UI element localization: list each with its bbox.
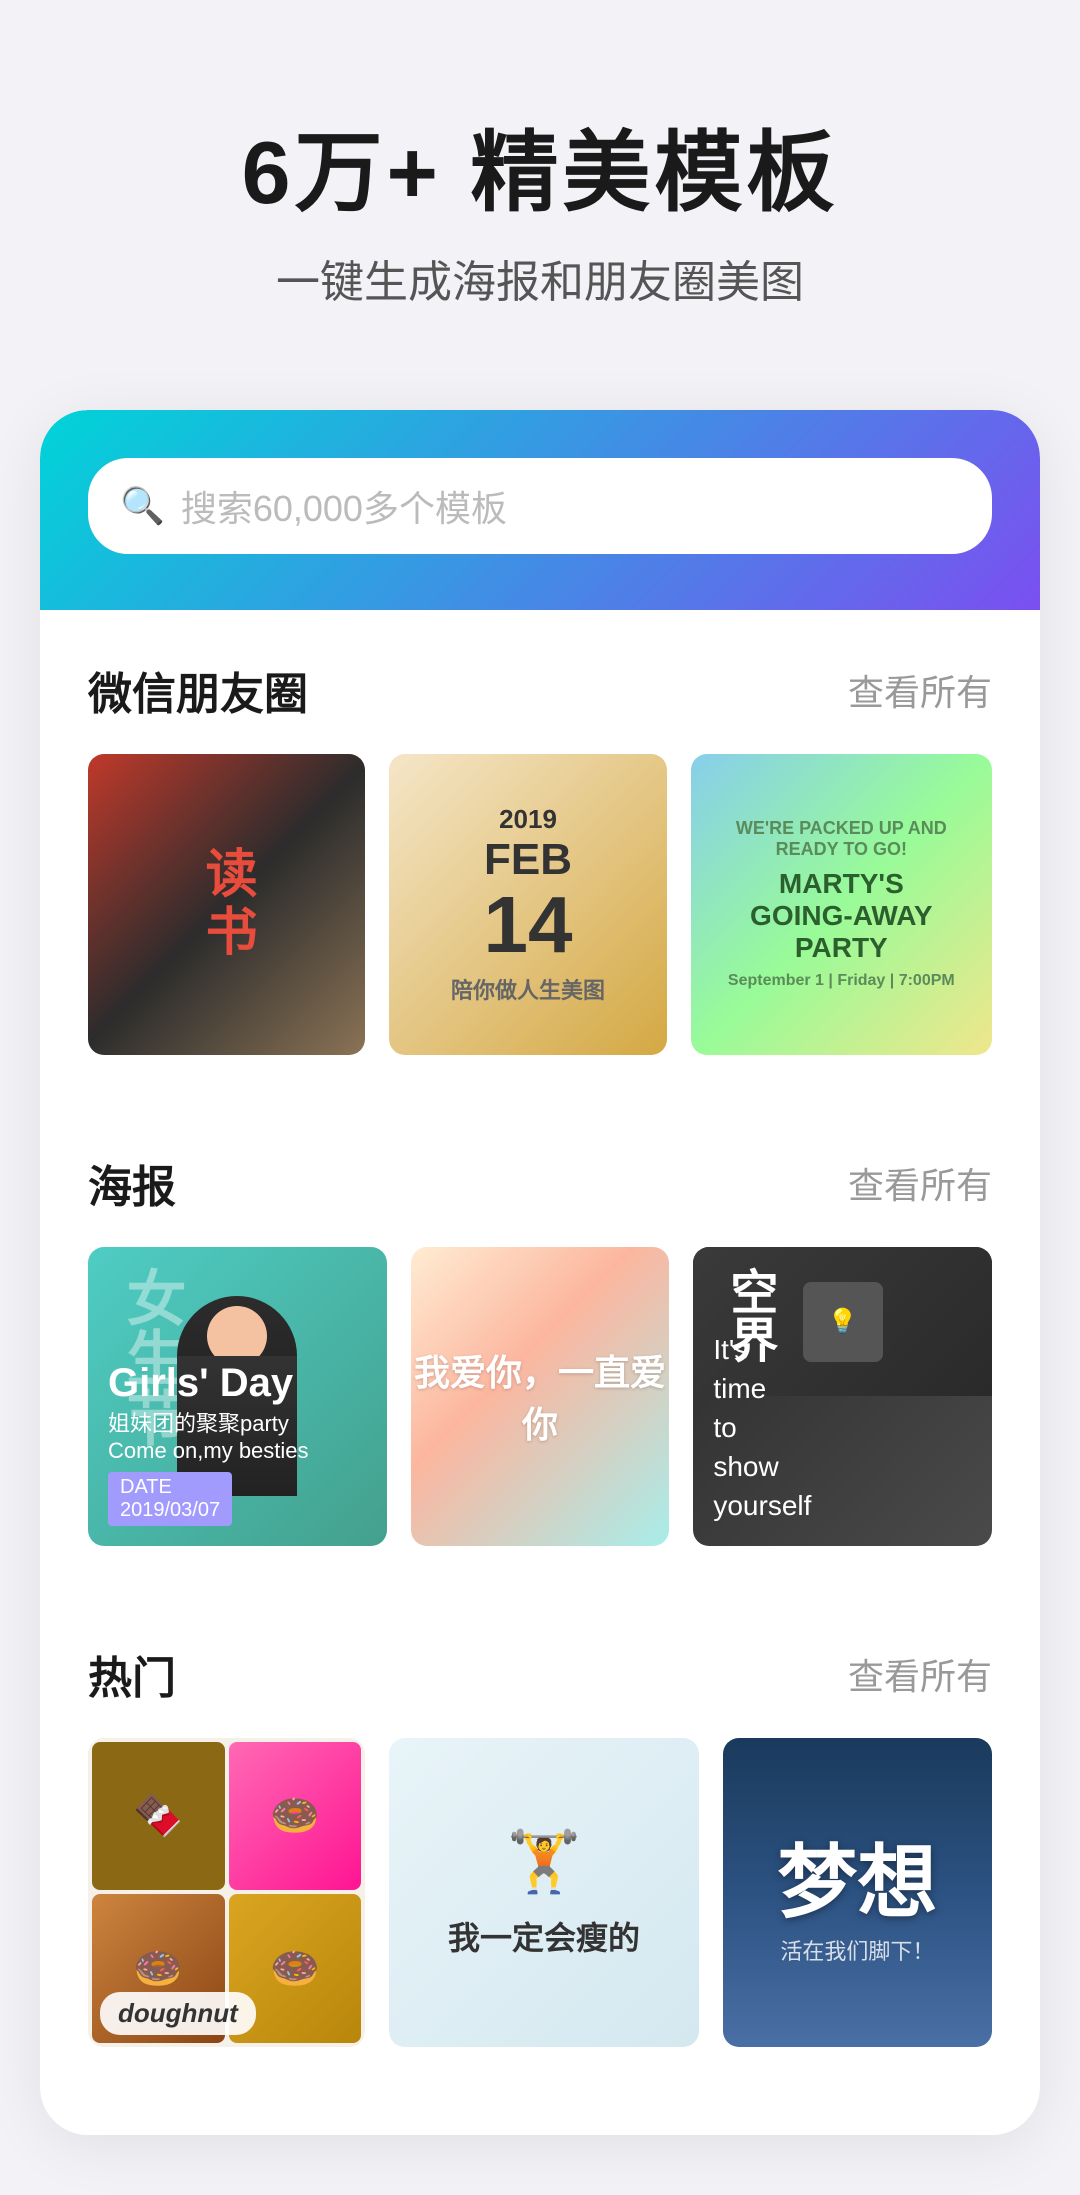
search-icon: 🔍 bbox=[120, 485, 165, 527]
search-placeholder: 搜索60,000多个模板 bbox=[181, 480, 960, 532]
party-title: MARTY'SGOING-AWAYPARTY bbox=[750, 868, 933, 964]
hot-cards-row: 🍫 🍩 🍩 🍩 doughnut 🏋️ 我一定会瘦的 梦想 活在我们脚下！ bbox=[88, 1738, 992, 2047]
section-poster: 海报 查看所有 女生节 Girls' Day 姐妹团的聚聚partyCome o… bbox=[40, 1103, 1040, 1546]
feb14-year: 2019 bbox=[499, 804, 557, 835]
section-hot: 热门 查看所有 🍫 🍩 🍩 🍩 doughnut 🏋️ 我一定会瘦的 梦想 活在… bbox=[40, 1594, 1040, 2047]
hero-section: 6万+ 精美模板 一键生成海报和朋友圈美图 bbox=[0, 0, 1080, 370]
love-text: 我爱你，一直爱你 bbox=[411, 1344, 670, 1448]
view-all-poster[interactable]: 查看所有 bbox=[848, 1157, 992, 1209]
section-title-poster: 海报 bbox=[88, 1151, 176, 1215]
doughnut-img-1: 🍫 bbox=[92, 1742, 225, 1891]
motivation-icon: 🏋️ bbox=[507, 1826, 582, 1897]
section-header-wechat: 微信朋友圈 查看所有 bbox=[88, 658, 992, 722]
section-header-poster: 海报 查看所有 bbox=[88, 1151, 992, 1215]
card-doughnut[interactable]: 🍫 🍩 🍩 🍩 doughnut bbox=[88, 1738, 365, 2047]
feb14-sub: 陪你做人生美图 bbox=[451, 973, 605, 1005]
girlsday-date: DATE2019/03/07 bbox=[108, 1472, 232, 1526]
section-title-hot: 热门 bbox=[88, 1642, 176, 1706]
feb14-day: 14 bbox=[484, 885, 573, 965]
girlsday-main: Girls' Day bbox=[108, 1361, 367, 1406]
search-header: 🔍 搜索60,000多个模板 bbox=[40, 410, 1040, 610]
party-details: September 1 | Friday | 7:00PM bbox=[728, 972, 955, 990]
reading-text: 读书 bbox=[189, 846, 264, 962]
card-party[interactable]: WE'RE PACKED UP AND READY TO GO! MARTY'S… bbox=[691, 754, 992, 1055]
card-dark[interactable]: 💡 空界 It'stimetoshowyourself bbox=[693, 1247, 992, 1546]
card-girlsday[interactable]: 女生节 Girls' Day 姐妹团的聚聚partyCome on,my bes… bbox=[88, 1247, 387, 1546]
hero-title: 6万+ 精美模板 bbox=[60, 120, 1020, 226]
card-motivation[interactable]: 🏋️ 我一定会瘦的 bbox=[389, 1738, 698, 2047]
doughnut-img-2: 🍩 bbox=[229, 1742, 362, 1891]
section-wechat: 微信朋友圈 查看所有 读书 2019 FEB 14 陪你做人生美图 WE'RE … bbox=[40, 610, 1040, 1055]
dream-sub: 活在我们脚下！ bbox=[780, 1934, 934, 1966]
card-love[interactable]: 我爱你，一直爱你 bbox=[411, 1247, 670, 1546]
card-feb14[interactable]: 2019 FEB 14 陪你做人生美图 bbox=[389, 754, 666, 1055]
feb14-month: FEB bbox=[484, 835, 572, 885]
search-bar[interactable]: 🔍 搜索60,000多个模板 bbox=[88, 458, 992, 554]
card-dream[interactable]: 梦想 活在我们脚下！ bbox=[723, 1738, 992, 2047]
poster-cards-row: 女生节 Girls' Day 姐妹团的聚聚partyCome on,my bes… bbox=[88, 1247, 992, 1546]
party-pre: WE'RE PACKED UP AND READY TO GO! bbox=[703, 818, 980, 860]
view-all-wechat[interactable]: 查看所有 bbox=[848, 664, 992, 716]
wechat-cards-row: 读书 2019 FEB 14 陪你做人生美图 WE'RE PACKED UP A… bbox=[88, 754, 992, 1055]
view-all-hot[interactable]: 查看所有 bbox=[848, 1648, 992, 1700]
dream-char: 梦想 bbox=[777, 1818, 937, 1934]
card-reading[interactable]: 读书 bbox=[88, 754, 365, 1055]
doughnut-label: doughnut bbox=[100, 1992, 256, 2035]
section-title-wechat: 微信朋友圈 bbox=[88, 658, 308, 722]
dark-sub: It'stimetoshowyourself bbox=[713, 1330, 972, 1526]
girlsday-content: Girls' Day 姐妹团的聚聚partyCome on,my besties… bbox=[108, 1361, 367, 1526]
girlsday-sub: 姐妹团的聚聚partyCome on,my besties bbox=[108, 1406, 367, 1464]
app-card: 🔍 搜索60,000多个模板 微信朋友圈 查看所有 读书 2019 FEB 14… bbox=[40, 410, 1040, 2135]
section-header-hot: 热门 查看所有 bbox=[88, 1642, 992, 1706]
hero-subtitle: 一键生成海报和朋友圈美图 bbox=[60, 246, 1020, 310]
